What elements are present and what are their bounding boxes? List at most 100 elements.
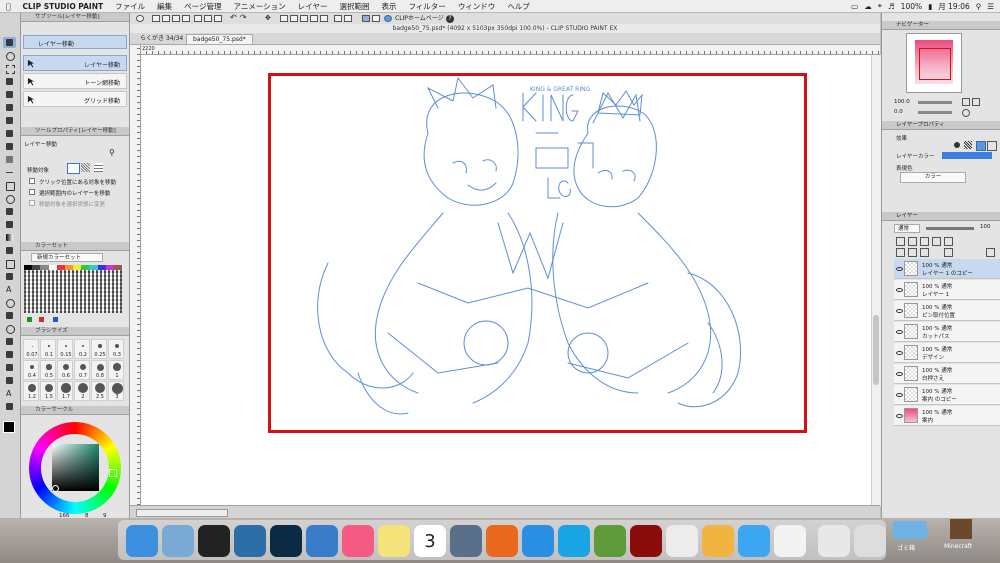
layer-visibility-eye-icon[interactable] (896, 267, 903, 271)
new-vector-layer-icon[interactable] (908, 248, 917, 257)
menu-layer[interactable]: レイヤー (292, 1, 334, 12)
delete-icon[interactable] (194, 15, 202, 22)
layer-row[interactable]: 100 % 通常 案内 のコピー (894, 385, 1000, 405)
layer-visibility-eye-icon[interactable] (896, 414, 903, 418)
expression-color-dropdown[interactable]: カラー (900, 172, 966, 183)
textedit-icon[interactable] (774, 525, 806, 557)
opacity-slider[interactable] (926, 227, 974, 230)
clip-home-label[interactable]: CLIPホームページ (395, 14, 444, 23)
magic-wand-icon[interactable] (3, 76, 16, 87)
clip-studio-paint-icon[interactable] (666, 525, 698, 557)
airbrush-tool-icon[interactable] (3, 141, 16, 152)
preview-icon[interactable] (162, 525, 194, 557)
layer-effect-color-icon[interactable] (976, 141, 986, 151)
balloon-tool-icon[interactable] (3, 297, 16, 308)
canvas-vertical-scrollbar[interactable] (871, 55, 881, 506)
layer-effect-extract-icon[interactable] (987, 141, 997, 151)
layer-effect-border-icon[interactable] (954, 142, 960, 148)
itunes-icon[interactable] (342, 525, 374, 557)
skype-icon[interactable] (558, 525, 590, 557)
thunderbird-icon[interactable] (306, 525, 338, 557)
notification-icon[interactable]: ☰ (987, 2, 994, 11)
save-as-icon[interactable] (182, 15, 190, 22)
brush-size-option[interactable]: 0.25 (91, 339, 107, 359)
navigator-rotation-slider[interactable] (918, 111, 952, 114)
spotlight-icon[interactable]: ⚲ (976, 2, 982, 11)
operation-tool-icon[interactable] (3, 375, 16, 386)
hand-tool-icon[interactable] (3, 336, 16, 347)
layer-lock-transparent-icon[interactable] (932, 237, 941, 246)
move-target-grid-button[interactable] (94, 163, 103, 172)
fill-selection-icon[interactable] (334, 15, 342, 22)
shrink-selection-icon[interactable] (320, 15, 328, 22)
fill-tool-icon[interactable] (3, 219, 16, 230)
navigator-view-box[interactable] (919, 48, 951, 80)
expand-selection-icon[interactable] (310, 15, 318, 22)
launchpad-icon[interactable] (450, 525, 482, 557)
move-target-tone-button[interactable] (81, 163, 90, 172)
color-set-grid[interactable] (24, 265, 122, 313)
brush-size-option[interactable]: 0.8 (91, 360, 107, 380)
eye-toolbar-icon[interactable] (136, 15, 144, 22)
tab-rakugaki[interactable]: らくがき 34/34 (140, 34, 183, 43)
subtool-item-tone-move[interactable]: トーン網移動 (23, 73, 127, 89)
eyedropper-icon[interactable] (3, 89, 16, 100)
selection-tool-icon[interactable] (3, 63, 16, 74)
navigator-preview[interactable] (906, 33, 962, 93)
option-checkbox-click-target[interactable] (29, 178, 35, 184)
delete-layer-icon[interactable] (986, 248, 995, 257)
display-icon[interactable]: ▭ (851, 2, 858, 11)
pen-nib-tool-icon[interactable] (3, 401, 16, 412)
volume-icon[interactable]: ♬ (888, 2, 895, 11)
clear-selection-icon[interactable] (344, 15, 352, 22)
layer-effect-tone-icon[interactable] (964, 141, 972, 149)
color-swatch-green[interactable] (27, 317, 32, 322)
zoom-tool-icon[interactable] (3, 323, 16, 334)
select-all-icon[interactable] (280, 15, 288, 22)
tab-document[interactable]: badge50_75.psd* (186, 34, 253, 45)
brush-size-option[interactable]: 0.3 (108, 339, 124, 359)
redo-icon[interactable]: ↷ (240, 14, 248, 22)
text-a-tool-icon[interactable]: A (3, 388, 16, 399)
messages-icon[interactable] (738, 525, 770, 557)
calendar-icon[interactable]: 3 (414, 525, 446, 557)
brush-size-option[interactable]: 2 (74, 381, 90, 401)
main-color-swatch[interactable] (3, 421, 15, 433)
minecraft-icon[interactable] (594, 525, 626, 557)
layer-row[interactable]: 100 % 通常 ピン取付位置 (894, 301, 1000, 321)
desktop-minecraft-label[interactable]: Minecraft (944, 543, 972, 550)
menu-selection[interactable]: 選択範囲 (333, 1, 375, 12)
layer-row[interactable]: 100 % 通常 カットパス (894, 322, 1000, 342)
deselect-icon[interactable] (290, 15, 298, 22)
layer-visibility-eye-icon[interactable] (896, 393, 903, 397)
layer-visibility-eye-icon[interactable] (896, 351, 903, 355)
clip-studio-icon[interactable] (198, 525, 230, 557)
layer-row[interactable]: 100 % 通常 レイヤー 1 のコピー (894, 259, 1000, 279)
battery-percent[interactable]: 100% (901, 2, 922, 11)
menubar-clock[interactable]: 月 19:06 (938, 1, 970, 12)
safari-icon[interactable] (522, 525, 554, 557)
brush-size-option[interactable]: 0.4 (23, 360, 39, 380)
color-picker-cursor[interactable] (52, 485, 59, 492)
menu-app-name[interactable]: CLIP STUDIO PAINT (17, 2, 110, 11)
subtool-group-tab[interactable]: レイヤー移動 (23, 35, 127, 49)
zoom-magnifier-icon[interactable]: ⚲ (109, 148, 115, 157)
save-icon[interactable] (172, 15, 180, 22)
undo-icon[interactable]: ↶ (230, 14, 238, 22)
layer-row[interactable]: 100 % 通常 白押さえ (894, 364, 1000, 384)
brush-size-option[interactable]: 1.7 (57, 381, 73, 401)
saturation-value-square[interactable] (52, 444, 99, 491)
blend-mode-dropdown[interactable]: 通常 (894, 224, 920, 233)
clip-home-icon[interactable] (384, 15, 392, 22)
brush-tool-icon[interactable] (3, 128, 16, 139)
text-tool-icon[interactable]: A (3, 284, 16, 295)
cloud-icon[interactable]: ☁ (864, 2, 872, 11)
rectangle-tool-icon[interactable] (3, 180, 16, 191)
menu-edit[interactable]: 編集 (151, 1, 178, 12)
option-checkbox-selection-layers[interactable] (29, 189, 35, 195)
ruler-tool-icon[interactable] (3, 271, 16, 282)
brush-size-option[interactable]: 0.15 (57, 339, 73, 359)
brush-size-option[interactable]: 0.7 (74, 360, 90, 380)
open-file-icon[interactable] (162, 15, 170, 22)
photos-icon[interactable] (702, 525, 734, 557)
